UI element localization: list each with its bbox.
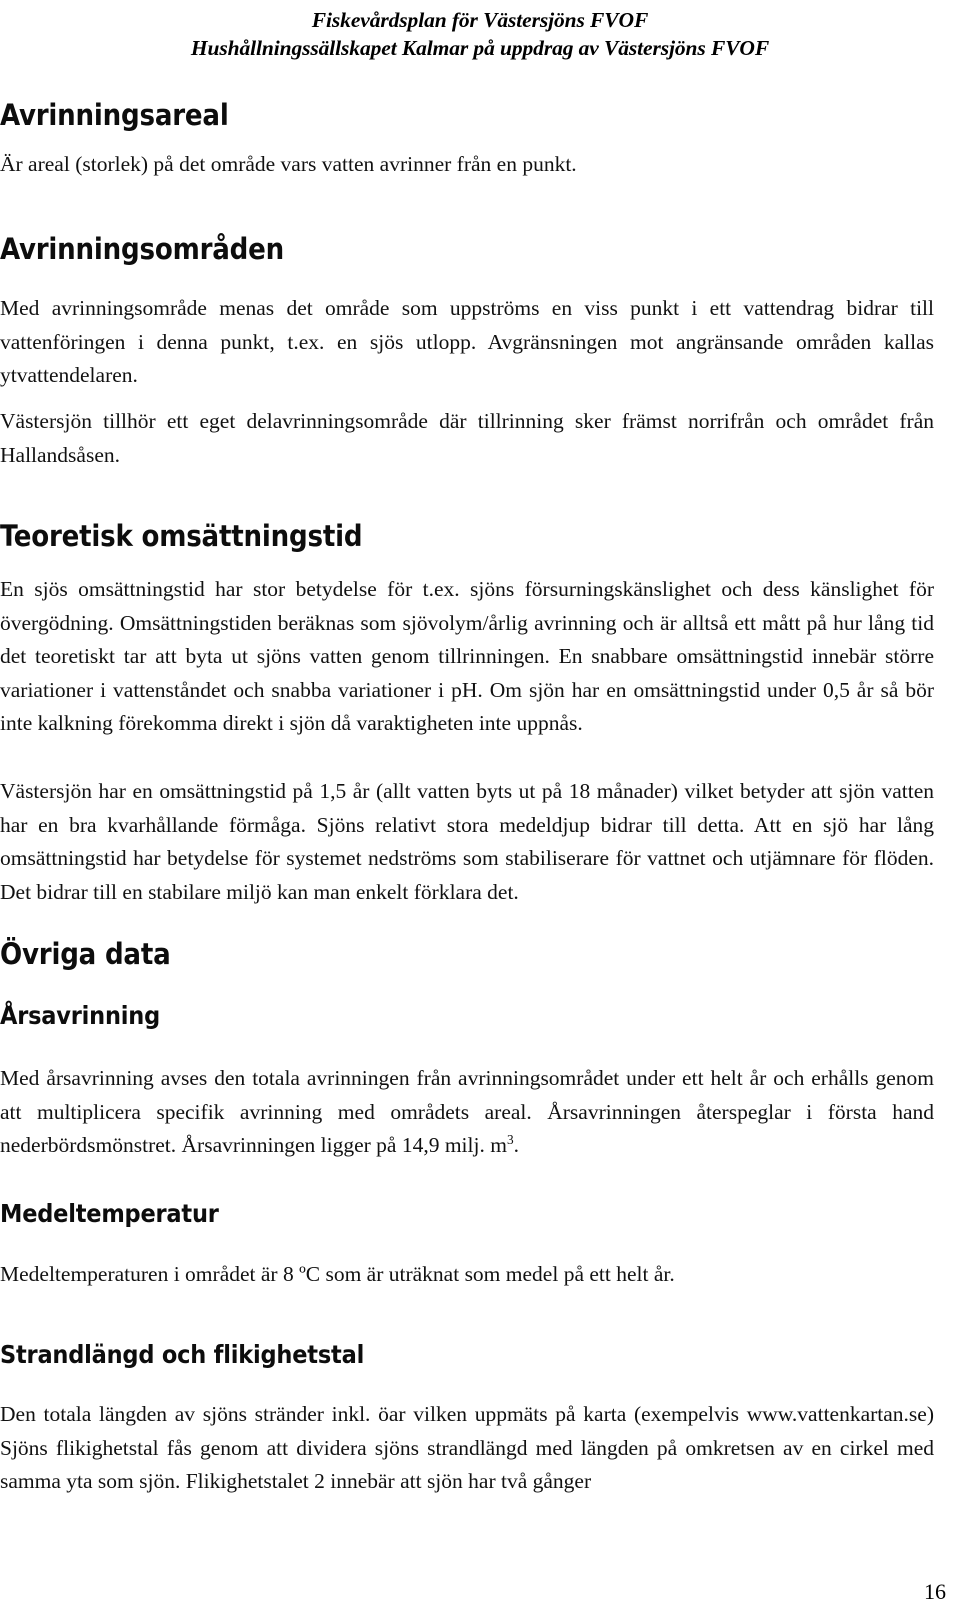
paragraph-omsattningstid-2: Västersjön har en omsättningstid på 1,5 … bbox=[0, 779, 934, 904]
paragraph-arsavrinning-1-text: Med årsavrinning avses den totala avrinn… bbox=[0, 1066, 934, 1157]
paragraph-strandlangd-1: Den totala längden av sjöns stränder ink… bbox=[0, 1402, 934, 1493]
section-avrinningsareal: Avrinningsareal bbox=[0, 98, 934, 132]
paragraph-avrinningsomraden-1: Med avrinningsområde menas det område so… bbox=[0, 296, 934, 387]
page-number: 16 bbox=[924, 1579, 946, 1604]
heading-strandlangd-och-flikighetstal: Strandlängd och flikighetstal bbox=[0, 1340, 365, 1369]
paragraph-avrinningsomraden-2: Västersjön tillhör ett eget delavrinning… bbox=[0, 409, 934, 467]
heading-arsavrinning: Årsavrinning bbox=[0, 1001, 160, 1030]
paragraph-omsattningstid-1-wrap: En sjös omsättningstid har stor betydels… bbox=[0, 573, 934, 741]
heading-avrinningsareal: Avrinningsareal bbox=[0, 98, 229, 132]
header-title-line-1: Fiskevårdsplan för Västersjöns FVOF bbox=[311, 8, 649, 32]
document-page: Fiskevårdsplan för Västersjöns FVOF Hush… bbox=[0, 0, 960, 1613]
heading-ovriga-data: Övriga data bbox=[0, 937, 171, 971]
running-header: Fiskevårdsplan för Västersjöns FVOF Hush… bbox=[0, 6, 960, 62]
paragraph-omsattningstid-2-wrap: Västersjön har en omsättningstid på 1,5 … bbox=[0, 775, 934, 909]
paragraph-omsattningstid-1: En sjös omsättningstid har stor betydels… bbox=[0, 577, 934, 735]
section-strandlangd-och-flikighetstal: Strandlängd och flikighetstal bbox=[0, 1340, 934, 1370]
heading-medeltemperatur: Medeltemperatur bbox=[0, 1199, 219, 1228]
paragraph-avrinningsareal-1-wrap: Är areal (storlek) på det område vars va… bbox=[0, 148, 934, 182]
section-teoretisk-omsattningstid: Teoretisk omsättningstid bbox=[0, 519, 934, 553]
paragraph-avrinningsomraden-1-wrap: Med avrinningsområde menas det område so… bbox=[0, 292, 934, 393]
paragraph-arsavrinning-1-wrap: Med årsavrinning avses den totala avrinn… bbox=[0, 1062, 934, 1163]
paragraph-arsavrinning-1-tail: . bbox=[513, 1133, 519, 1157]
section-arsavrinning: Årsavrinning bbox=[0, 1001, 934, 1031]
section-avrinningsomraden: Avrinningsområden bbox=[0, 232, 934, 266]
cubic-meter-exponent: 3 bbox=[506, 1131, 514, 1147]
section-ovriga-data: Övriga data bbox=[0, 937, 934, 971]
paragraph-medeltemperatur-1-wrap: Medeltemperaturen i området är 8 ºC som … bbox=[0, 1258, 934, 1292]
heading-avrinningsomraden: Avrinningsområden bbox=[0, 232, 284, 266]
paragraph-avrinningsareal-1: Är areal (storlek) på det område vars va… bbox=[0, 152, 577, 176]
paragraph-avrinningsomraden-2-wrap: Västersjön tillhör ett eget delavrinning… bbox=[0, 405, 934, 472]
paragraph-strandlangd-1-wrap: Den totala längden av sjöns stränder ink… bbox=[0, 1398, 934, 1499]
heading-teoretisk-omsattningstid: Teoretisk omsättningstid bbox=[0, 519, 363, 553]
paragraph-medeltemperatur-1: Medeltemperaturen i området är 8 ºC som … bbox=[0, 1262, 675, 1286]
paragraph-arsavrinning-1: Med årsavrinning avses den totala avrinn… bbox=[0, 1062, 934, 1163]
header-title-line-2: Hushållningssällskapet Kalmar på uppdrag… bbox=[190, 36, 770, 60]
section-medeltemperatur: Medeltemperatur bbox=[0, 1199, 934, 1229]
